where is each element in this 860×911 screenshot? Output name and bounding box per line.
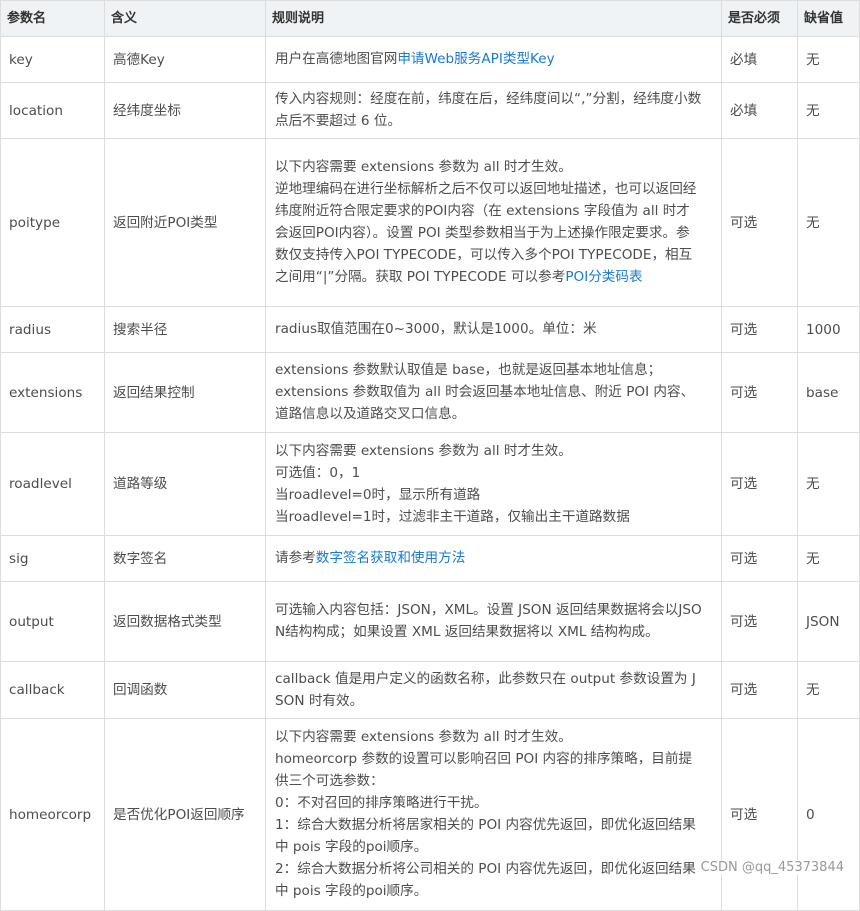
- description-cell: 以下内容需要 extensions 参数为 all 时才生效。 逆地理编码在进行…: [265, 138, 722, 307]
- meaning-cell: 回调函数: [104, 661, 266, 719]
- default-cell: 无: [797, 661, 860, 719]
- description-line: 当roadlevel=0时，显示所有道路: [275, 486, 481, 503]
- meaning-cell: 返回附近POI类型: [104, 138, 266, 307]
- description-line: 以下内容需要 extensions 参数为 all 时才生效。: [275, 442, 572, 459]
- param-name-cell: location: [0, 82, 105, 139]
- table-row: callback 回调函数 callback 值是用户定义的函数名称，此参数只在…: [0, 661, 860, 719]
- default-cell: 无: [797, 432, 860, 536]
- param-name-cell: homeorcorp: [0, 718, 105, 911]
- default-cell: base: [797, 352, 860, 433]
- poi-category-table-link[interactable]: POI分类码表: [565, 269, 642, 285]
- apply-key-link[interactable]: 申请Web服务API类型Key: [397, 51, 554, 67]
- meaning-cell: 搜索半径: [104, 306, 266, 353]
- description-line: 当roadlevel=1时，过滤非主干道路，仅输出主干道路数据: [275, 508, 630, 525]
- meaning-cell: 经纬度坐标: [104, 82, 266, 139]
- default-cell: 无: [797, 36, 860, 83]
- param-name-cell: radius: [0, 306, 105, 353]
- table-row: output 返回数据格式类型 可选输入内容包括：JSON，XML。设置 JSO…: [0, 581, 860, 662]
- default-cell: 1000: [797, 306, 860, 353]
- param-name-cell: poitype: [0, 138, 105, 307]
- table-header-row: 参数名 含义 规则说明 是否必须 缺省值: [0, 0, 860, 37]
- meaning-cell: 返回数据格式类型: [104, 581, 266, 662]
- description-line: extensions 参数取值为 all 时会返回基本地址信息、附近 POI 内…: [275, 384, 695, 422]
- meaning-cell: 是否优化POI返回顺序: [104, 718, 266, 911]
- required-cell: 必填: [721, 36, 798, 83]
- header-param-name: 参数名: [0, 0, 105, 37]
- header-required: 是否必须: [721, 0, 798, 37]
- meaning-cell: 道路等级: [104, 432, 266, 536]
- header-default-value: 缺省值: [797, 0, 860, 37]
- required-cell: 可选: [721, 432, 798, 536]
- default-cell: 无: [797, 82, 860, 139]
- default-cell: 0: [797, 718, 860, 911]
- required-cell: 可选: [721, 661, 798, 719]
- param-name-cell: callback: [0, 661, 105, 719]
- param-name-cell: roadlevel: [0, 432, 105, 536]
- description-cell: extensions 参数默认取值是 base，也就是返回基本地址信息； ext…: [265, 352, 722, 433]
- meaning-cell: 返回结果控制: [104, 352, 266, 433]
- description-line: 2：综合大数据分析将公司相关的 POI 内容优先返回，即优化返回结果中 pois…: [275, 861, 696, 899]
- description-cell: 传入内容规则：经度在前，纬度在后，经纬度间以“,”分割，经纬度小数点后不要超过 …: [265, 82, 722, 139]
- description-cell: 用户在高德地图官网申请Web服务API类型Key: [265, 36, 722, 83]
- table-row: radius 搜索半径 radius取值范围在0~3000，默认是1000。单位…: [0, 306, 860, 353]
- required-cell: 可选: [721, 138, 798, 307]
- table-row: homeorcorp 是否优化POI返回顺序 以下内容需要 extensions…: [0, 718, 860, 911]
- description-line: extensions 参数默认取值是 base，也就是返回基本地址信息；: [275, 362, 662, 378]
- description-line: 以下内容需要 extensions 参数为 all 时才生效。: [275, 729, 572, 745]
- csdn-watermark: CSDN @qq_45373844: [698, 860, 846, 875]
- description-cell: 以下内容需要 extensions 参数为 all 时才生效。 可选值：0，1 …: [265, 432, 722, 536]
- default-cell: 无: [797, 138, 860, 307]
- param-name-cell: extensions: [0, 352, 105, 433]
- required-cell: 可选: [721, 306, 798, 353]
- params-table: 参数名 含义 规则说明 是否必须 缺省值 key 高德Key 用户在高德地图官网…: [0, 0, 860, 911]
- description-cell: callback 值是用户定义的函数名称，此参数只在 output 参数设置为 …: [265, 661, 722, 719]
- table-row: location 经纬度坐标 传入内容规则：经度在前，纬度在后，经纬度间以“,”…: [0, 82, 860, 139]
- meaning-cell: 高德Key: [104, 36, 266, 83]
- description-cell: 请参考数字签名获取和使用方法: [265, 535, 722, 582]
- description-text: 请参考: [275, 550, 316, 566]
- table-row: extensions 返回结果控制 extensions 参数默认取值是 bas…: [0, 352, 860, 433]
- required-cell: 可选: [721, 718, 798, 911]
- param-name-cell: output: [0, 581, 105, 662]
- description-text: 用户在高德地图官网: [275, 51, 398, 67]
- description-line: 可选值：0，1: [275, 464, 361, 481]
- default-cell: JSON: [797, 581, 860, 662]
- description-line: 0：不对召回的排序策略进行干扰。: [275, 795, 488, 811]
- description-line: homeorcorp 参数的设置可以影响召回 POI 内容的排序策略，目前提供三…: [275, 751, 693, 789]
- description-line: 以下内容需要 extensions 参数为 all 时才生效。: [275, 159, 572, 175]
- table-row: poitype 返回附近POI类型 以下内容需要 extensions 参数为 …: [0, 138, 860, 307]
- param-name-cell: sig: [0, 535, 105, 582]
- table-row: roadlevel 道路等级 以下内容需要 extensions 参数为 all…: [0, 432, 860, 536]
- description-cell: 以下内容需要 extensions 参数为 all 时才生效。 homeorco…: [265, 718, 722, 911]
- description-cell: 可选输入内容包括：JSON，XML。设置 JSON 返回结果数据将会以JSON结…: [265, 581, 722, 662]
- header-meaning: 含义: [104, 0, 266, 37]
- required-cell: 可选: [721, 535, 798, 582]
- default-cell: 无: [797, 535, 860, 582]
- table-row: sig 数字签名 请参考数字签名获取和使用方法 可选 无: [0, 535, 860, 582]
- required-cell: 可选: [721, 581, 798, 662]
- header-rule-description: 规则说明: [265, 0, 722, 37]
- meaning-cell: 数字签名: [104, 535, 266, 582]
- param-name-cell: key: [0, 36, 105, 83]
- required-cell: 可选: [721, 352, 798, 433]
- digital-signature-link[interactable]: 数字签名获取和使用方法: [316, 550, 466, 566]
- table-row: key 高德Key 用户在高德地图官网申请Web服务API类型Key 必填 无: [0, 36, 860, 83]
- description-line: 1：综合大数据分析将居家相关的 POI 内容优先返回，即优化返回结果中 pois…: [275, 817, 696, 855]
- required-cell: 必填: [721, 82, 798, 139]
- description-cell: radius取值范围在0~3000，默认是1000。单位：米: [265, 306, 722, 353]
